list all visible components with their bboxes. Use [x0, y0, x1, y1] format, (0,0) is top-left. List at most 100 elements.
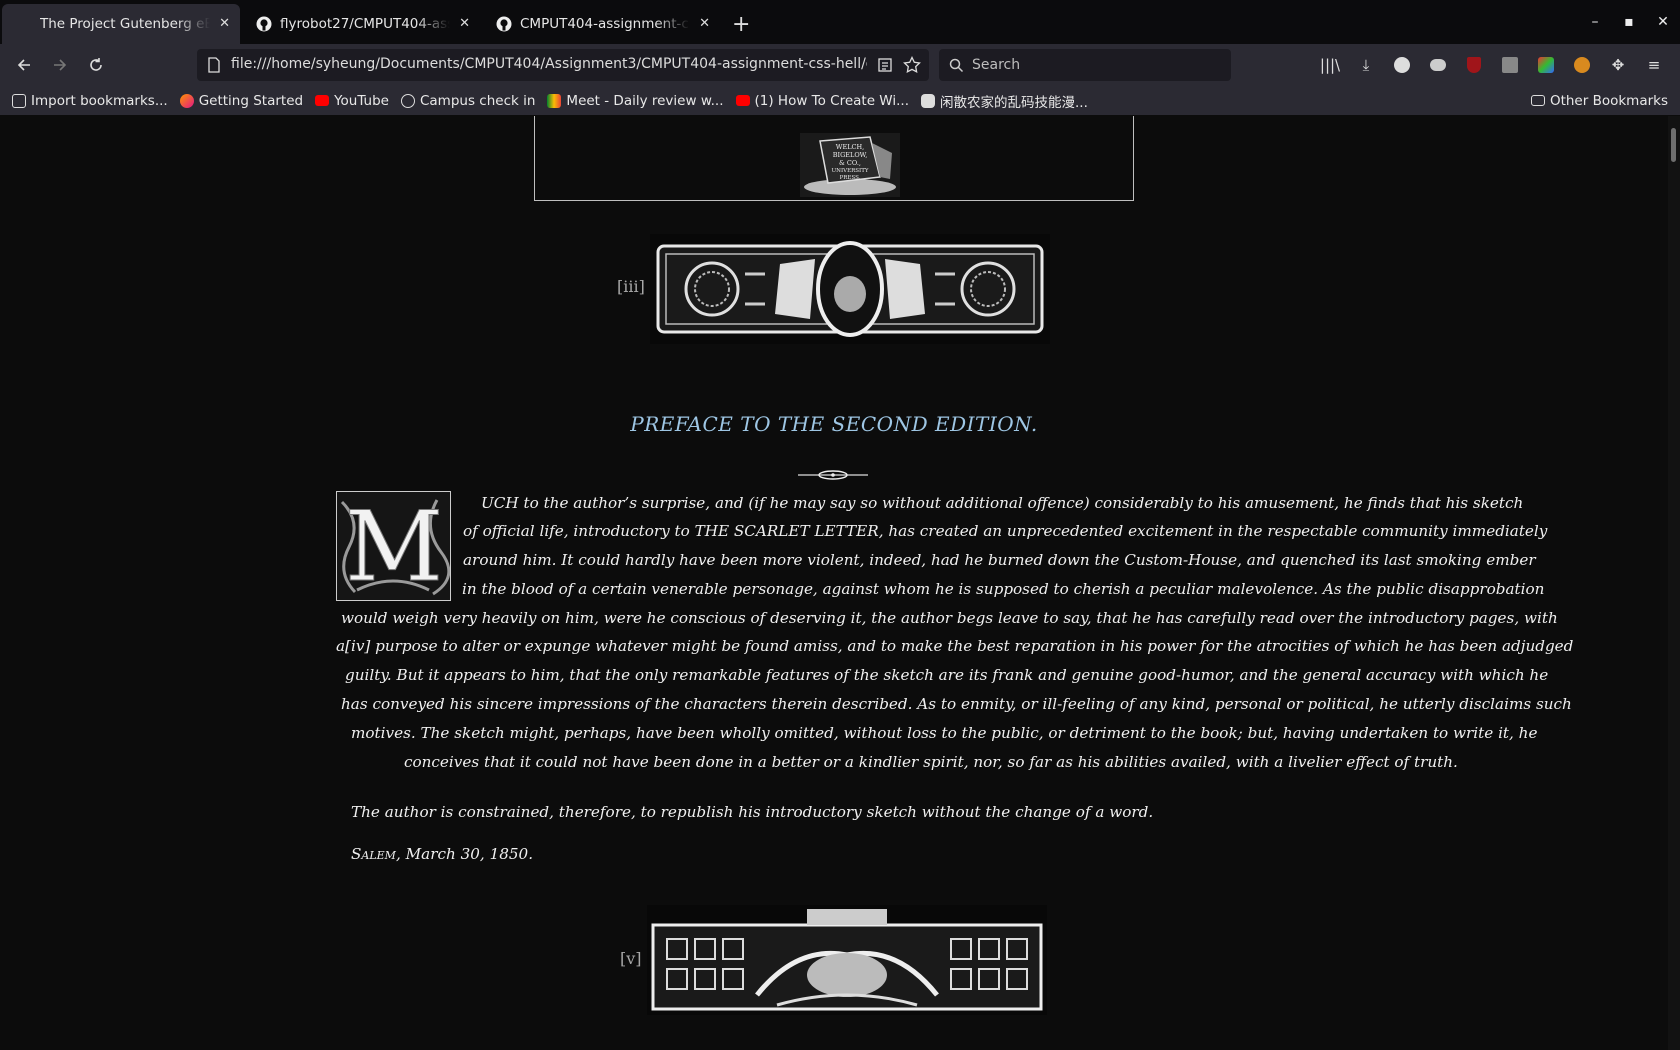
divider-ornament — [798, 470, 868, 480]
tab-title: flyrobot27/CMPUT404-assignment-css-hell — [280, 16, 450, 32]
reload-button[interactable] — [78, 49, 114, 81]
minimize-icon[interactable]: – — [1578, 14, 1612, 30]
menu-icon[interactable]: ≡ — [1636, 56, 1672, 74]
tab-strip: The Project Gutenberg eBook of The Scarl… — [0, 0, 1680, 44]
drop-cap-image: M — [336, 491, 451, 604]
bookmarks-toolbar: Import bookmarks... Getting Started YouT… — [0, 86, 1680, 116]
signature-place: Salem — [351, 845, 396, 863]
file-icon — [208, 57, 220, 73]
paragraph-line: motives. The sketch might, perhaps, have… — [351, 724, 1538, 742]
bookmark-import[interactable]: Import bookmarks... — [12, 93, 168, 109]
library-icon[interactable]: |||\ — [1312, 56, 1348, 74]
ornamental-banner-image — [647, 905, 1047, 1015]
bookmark-label: 闲散农家的乱码技能漫... — [940, 94, 1088, 111]
close-tab-icon[interactable]: ✕ — [459, 16, 470, 31]
publisher-mark-text: & CO., — [839, 159, 861, 167]
window-controls: – ▪ ✕ — [1578, 0, 1680, 44]
text-run: , has created an unprecedented excitemen… — [878, 522, 1548, 540]
bookmark-getting-started[interactable]: Getting Started — [179, 92, 304, 109]
extension-mask-icon[interactable] — [1420, 59, 1456, 71]
bookmark-bilibili[interactable]: 闲散农家的乱码技能漫... — [921, 91, 1088, 111]
extensions-puzzle-icon[interactable]: ✥ — [1600, 56, 1636, 74]
publisher-mark-text: BIGELOW, — [833, 151, 868, 159]
tab-gutenberg[interactable]: The Project Gutenberg eBook of The Scarl… — [2, 4, 240, 44]
bookmark-campus[interactable]: Campus check in — [400, 92, 536, 109]
bookmark-youtube-video[interactable]: (1) How To Create Wi... — [735, 92, 910, 109]
reload-icon — [90, 58, 102, 71]
drop-cap-letter: M — [345, 492, 443, 600]
tab-title: CMPUT404-assignment-css-hell — [520, 16, 690, 32]
new-tab-button[interactable]: + — [732, 4, 750, 44]
bookmark-label: Getting Started — [198, 92, 304, 109]
page-icon — [16, 16, 32, 32]
paragraph-line: a[iv] purpose to alter or expunge whatev… — [336, 637, 1574, 655]
import-icon — [12, 93, 26, 108]
text-run: of official life, introductory to — [463, 522, 695, 540]
github-icon — [496, 16, 512, 32]
ublock-icon[interactable] — [1456, 57, 1492, 73]
bookmark-label: Campus check in — [419, 92, 536, 109]
page-number-v[interactable]: [v] — [620, 949, 642, 968]
reader-view-icon[interactable] — [877, 57, 893, 73]
extension-h-icon[interactable] — [1492, 57, 1528, 73]
extension-monkey-icon[interactable] — [1564, 57, 1600, 73]
youtube-icon — [315, 95, 330, 106]
forward-arrow-icon — [54, 59, 67, 71]
meet-icon — [547, 93, 562, 108]
paragraph-line: in the blood of a certain venerable pers… — [462, 580, 1545, 598]
page-number-iii[interactable]: [iii] — [617, 277, 645, 296]
back-button[interactable] — [6, 49, 42, 81]
bookmark-meet[interactable]: Meet - Daily review w... — [547, 92, 724, 109]
bookmark-label: (1) How To Create Wi... — [754, 92, 910, 109]
tab-github-assignment[interactable]: CMPUT404-assignment-css-hell ✕ — [482, 4, 720, 44]
paragraph-line: of official life, introductory to THE SC… — [463, 522, 1547, 540]
bookmark-label: Import bookmarks... — [31, 92, 168, 109]
close-tab-icon[interactable]: ✕ — [699, 16, 710, 31]
paragraph-line: would weigh very heavily on him, were he… — [341, 609, 1558, 627]
publisher-mark-image: WELCH, BIGELOW, & CO., UNIVERSITY PRESS. — [800, 133, 900, 197]
youtube-icon — [735, 95, 750, 106]
book-title-smallcaps: THE SCARLET LETTER — [694, 522, 879, 540]
extension-s-icon[interactable] — [1384, 57, 1420, 73]
firefox-icon — [179, 93, 194, 108]
paragraph-line: has conveyed his sincere impressions of … — [341, 695, 1572, 713]
back-arrow-icon — [17, 59, 30, 71]
url-text[interactable]: file:///home/syheung/Documents/CMPUT404/… — [231, 56, 867, 72]
publisher-mark-text: UNIVERSITY — [832, 168, 869, 174]
search-placeholder: Search — [972, 57, 1021, 73]
bookmark-label: YouTube — [334, 92, 389, 109]
forward-button[interactable] — [42, 49, 78, 81]
close-tab-icon[interactable]: ✕ — [219, 16, 230, 31]
search-icon — [949, 58, 964, 72]
publisher-mark-text: PRESS. — [840, 175, 861, 181]
downloads-icon[interactable]: ⤓ — [1348, 56, 1384, 74]
maximize-icon[interactable]: ▪ — [1612, 14, 1646, 30]
signature-line: Salem, March 30, 1850. — [351, 845, 533, 863]
vertical-scrollbar[interactable] — [1668, 116, 1680, 1050]
search-box[interactable]: Search — [939, 49, 1231, 81]
bookmark-star-icon[interactable] — [903, 56, 921, 74]
folder-icon — [1530, 95, 1545, 106]
other-bookmarks-label: Other Bookmarks — [1549, 92, 1668, 109]
bookmark-youtube[interactable]: YouTube — [315, 93, 389, 109]
scrollbar-thumb[interactable] — [1671, 128, 1676, 162]
other-bookmarks[interactable]: Other Bookmarks — [1530, 92, 1668, 109]
globe-icon — [400, 93, 415, 108]
bookmark-label: Meet - Daily review w... — [566, 92, 724, 109]
toolbar-icons: |||\ ⤓ ✥ ≡ — [1312, 48, 1672, 82]
address-bar[interactable]: file:///home/syheung/Documents/CMPUT404/… — [197, 49, 929, 81]
preface-paragraph-2: The author is constrained, therefore, to… — [351, 803, 1154, 821]
preface-heading: PREFACE TO THE SECOND EDITION. — [630, 412, 1038, 436]
github-icon — [256, 16, 272, 32]
tab-github-fork[interactable]: flyrobot27/CMPUT404-assignment-css-hell … — [242, 4, 480, 44]
bilibili-icon — [921, 93, 935, 108]
signature-date: , March 30, 1850. — [395, 845, 534, 863]
publisher-mark-text: WELCH, — [836, 143, 864, 151]
paragraph-line: conceives that it could not have been do… — [404, 753, 1458, 771]
paragraph-line: guilty. But it appears to him, that the … — [345, 666, 1549, 684]
extension-color-s-icon[interactable] — [1528, 57, 1564, 73]
tab-title: The Project Gutenberg eBook of The Scarl… — [40, 16, 210, 32]
close-window-icon[interactable]: ✕ — [1646, 14, 1680, 30]
paragraph-line: around him. It could hardly have been mo… — [463, 551, 1536, 569]
page-content: WELCH, BIGELOW, & CO., UNIVERSITY PRESS.… — [0, 116, 1668, 1050]
